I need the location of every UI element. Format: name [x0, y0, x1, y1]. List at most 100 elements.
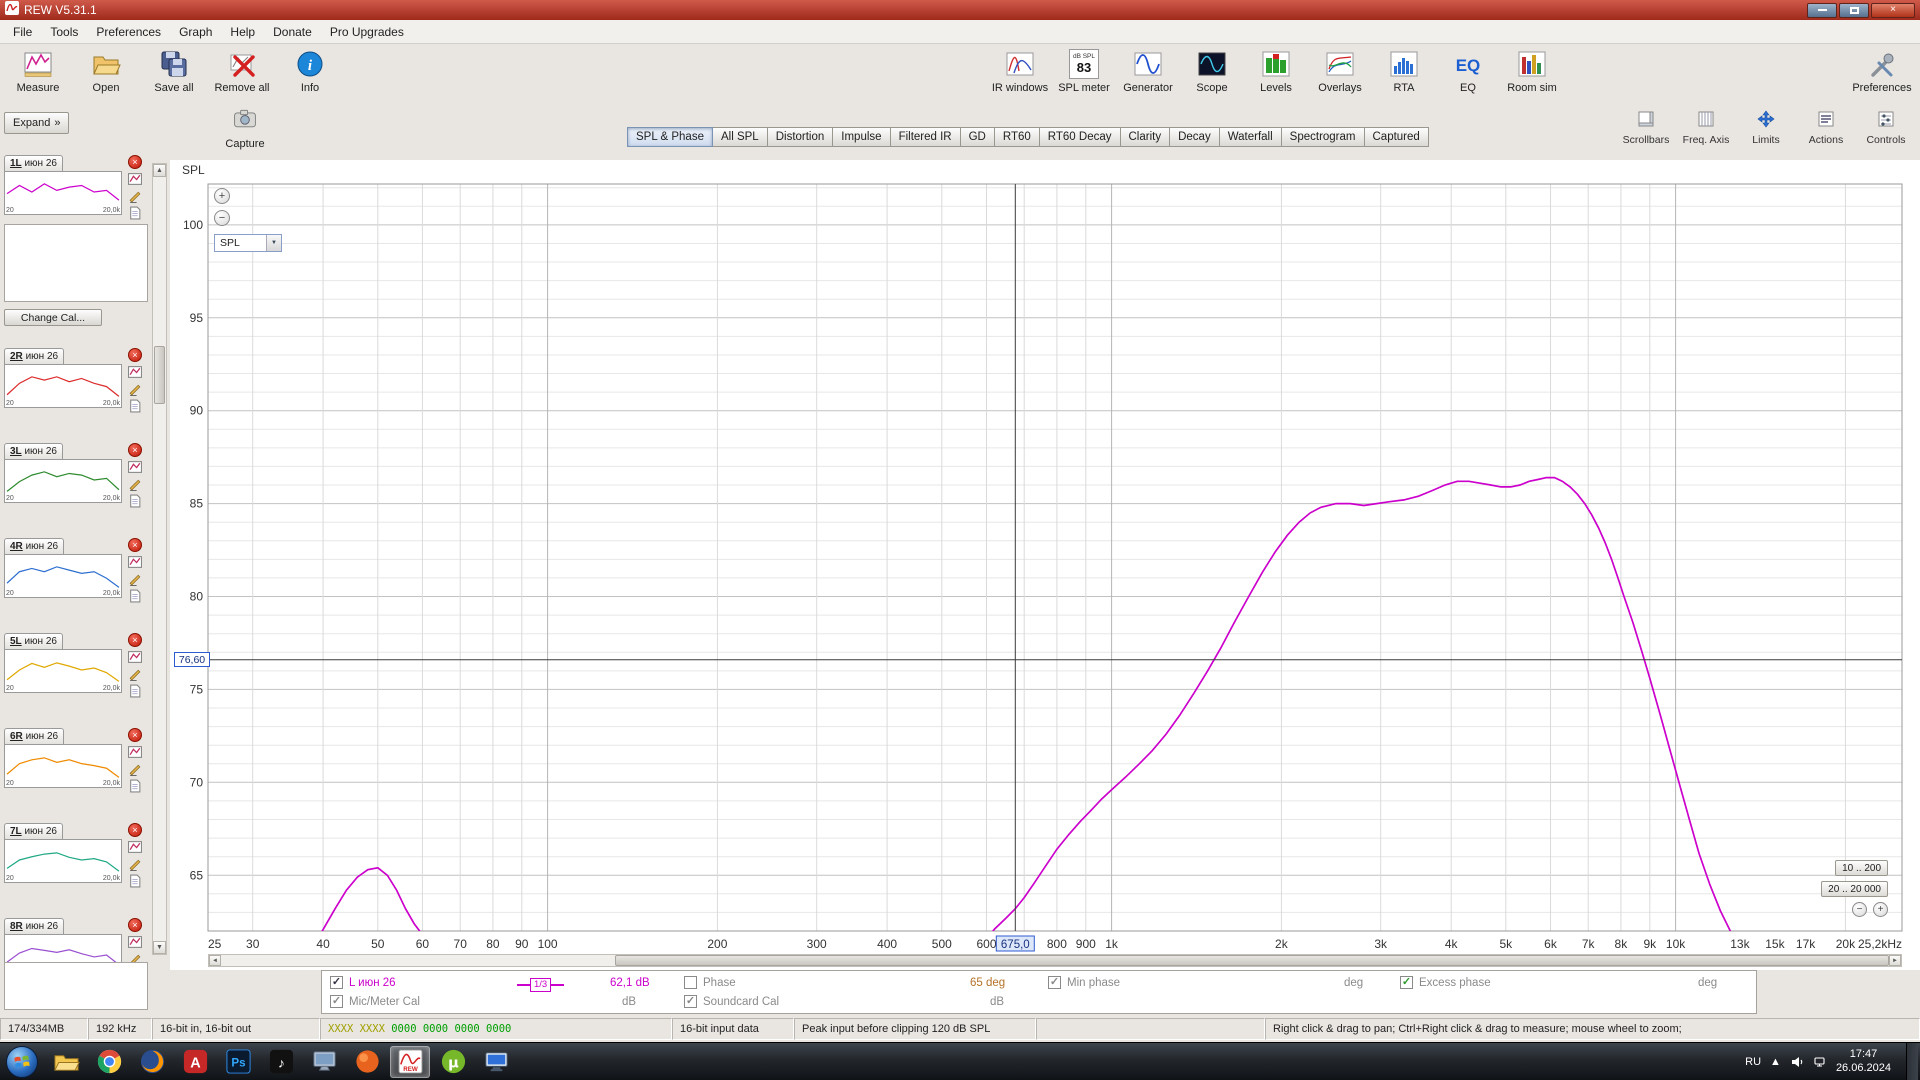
range-20-20000-button[interactable]: 20 .. 20 000: [1821, 881, 1888, 897]
scope-button[interactable]: Scope: [1182, 48, 1242, 94]
close-measurement-button[interactable]: ×: [128, 155, 142, 169]
menu-preferences[interactable]: Preferences: [87, 20, 170, 44]
change-cal-button[interactable]: Change Cal...: [4, 309, 102, 326]
distortion-icon[interactable]: [128, 935, 142, 949]
menu-help[interactable]: Help: [221, 20, 264, 44]
min-phase-checkbox[interactable]: ✓: [1048, 976, 1061, 989]
tab-gd[interactable]: GD: [961, 127, 995, 147]
notes-icon[interactable]: [128, 874, 142, 888]
remove-all-button[interactable]: Remove all: [212, 48, 272, 94]
measurement-thumbnail[interactable]: 2020,0k: [4, 839, 122, 883]
scroll-up-arrow[interactable]: ▲: [153, 164, 166, 177]
sidebar-scrollbar-thumb[interactable]: [154, 346, 165, 404]
maximize-button[interactable]: [1839, 3, 1869, 18]
capture-button[interactable]: Capture: [212, 106, 278, 150]
tab-spl-phase[interactable]: SPL & Phase: [627, 127, 713, 147]
measure-button[interactable]: Measure: [8, 48, 68, 94]
chrome-taskbar-icon[interactable]: [89, 1046, 129, 1078]
edit-trace-icon[interactable]: [128, 667, 142, 681]
menu-graph[interactable]: Graph: [170, 20, 221, 44]
menu-tools[interactable]: Tools: [41, 20, 87, 44]
tab-decay[interactable]: Decay: [1170, 127, 1220, 147]
notes-icon[interactable]: [128, 779, 142, 793]
rew-taskbar-icon[interactable]: REW: [390, 1046, 430, 1078]
tab-distortion[interactable]: Distortion: [768, 127, 834, 147]
language-indicator[interactable]: RU: [1745, 1056, 1761, 1068]
notes-icon[interactable]: [128, 589, 142, 603]
measurement-tab[interactable]: 2R июн 26: [4, 348, 64, 364]
mic-cal-checkbox[interactable]: ✓: [330, 995, 343, 1008]
scroll-down-arrow[interactable]: ▼: [153, 941, 166, 954]
edit-trace-icon[interactable]: [128, 477, 142, 491]
close-button[interactable]: ×: [1871, 3, 1915, 18]
close-measurement-button[interactable]: ×: [128, 348, 142, 362]
info-button[interactable]: iInfo: [280, 48, 340, 94]
close-measurement-button[interactable]: ×: [128, 918, 142, 932]
edit-trace-icon[interactable]: [128, 572, 142, 586]
photoshop-taskbar-icon[interactable]: Ps: [218, 1046, 258, 1078]
tab-spectrogram[interactable]: Spectrogram: [1282, 127, 1365, 147]
media-player-taskbar-icon[interactable]: ♪: [261, 1046, 301, 1078]
rta-button[interactable]: RTA: [1374, 48, 1434, 94]
tab-all-spl[interactable]: All SPL: [713, 127, 768, 147]
measurement-tab[interactable]: 3L июн 26: [4, 443, 63, 459]
menu-file[interactable]: File: [4, 20, 41, 44]
volume-icon[interactable]: [1790, 1055, 1804, 1069]
close-measurement-button[interactable]: ×: [128, 538, 142, 552]
hidden-icons-arrow[interactable]: ▲: [1770, 1056, 1781, 1068]
range-10-200-button[interactable]: 10 .. 200: [1835, 860, 1888, 876]
graph-scrollbar-thumb[interactable]: [615, 955, 1889, 966]
save-all-button[interactable]: Save all: [144, 48, 204, 94]
measurement-thumbnail[interactable]: 2020,0k: [4, 554, 122, 598]
controls-button[interactable]: Controls: [1858, 110, 1914, 146]
open-button[interactable]: Open: [76, 48, 136, 94]
freq-zoom-in-button[interactable]: +: [1873, 902, 1888, 917]
overlays-button[interactable]: Overlays: [1310, 48, 1370, 94]
measurement-thumbnail[interactable]: 2020,0k: [4, 171, 122, 215]
measurement-tab[interactable]: 4R июн 26: [4, 538, 64, 554]
tab-captured[interactable]: Captured: [1365, 127, 1429, 147]
close-measurement-button[interactable]: ×: [128, 823, 142, 837]
actions-button[interactable]: Actions: [1798, 110, 1854, 146]
notes-icon[interactable]: [128, 206, 142, 220]
close-measurement-button[interactable]: ×: [128, 443, 142, 457]
notes-icon[interactable]: [128, 684, 142, 698]
freq-zoom-out-button[interactable]: −: [1852, 902, 1867, 917]
clock[interactable]: 17:47 26.06.2024: [1836, 1048, 1891, 1076]
minimize-button[interactable]: [1807, 3, 1837, 18]
measurement-thumbnail[interactable]: 2020,0k: [4, 649, 122, 693]
tab-waterfall[interactable]: Waterfall: [1220, 127, 1282, 147]
tab-rt60-decay[interactable]: RT60 Decay: [1040, 127, 1121, 147]
preferences-button[interactable]: Preferences: [1852, 48, 1912, 94]
soundcard-cal-checkbox[interactable]: ✓: [684, 995, 697, 1008]
scroll-right-arrow[interactable]: ►: [1889, 955, 1901, 966]
limits-button[interactable]: Limits: [1738, 110, 1794, 146]
firefox-taskbar-icon[interactable]: [132, 1046, 172, 1078]
explorer-taskbar-icon[interactable]: [46, 1046, 86, 1078]
expand-sidebar-button[interactable]: Expand »: [4, 112, 69, 134]
measurement-thumbnail[interactable]: 2020,0k: [4, 364, 122, 408]
measurement-notes-panel[interactable]: [4, 224, 148, 302]
show-desktop-button[interactable]: [1906, 1043, 1918, 1080]
menu-donate[interactable]: Donate: [264, 20, 321, 44]
room-sim-button[interactable]: Room sim: [1502, 48, 1562, 94]
distortion-icon[interactable]: [128, 650, 142, 664]
notes-icon[interactable]: [128, 494, 142, 508]
excess-phase-checkbox[interactable]: ✓: [1400, 976, 1413, 989]
edit-trace-icon[interactable]: [128, 762, 142, 776]
edit-trace-icon[interactable]: [128, 382, 142, 396]
measurement-tab[interactable]: 6R июн 26: [4, 728, 64, 744]
phase-checkbox[interactable]: [684, 976, 697, 989]
edit-trace-icon[interactable]: [128, 857, 142, 871]
edit-trace-icon[interactable]: [128, 189, 142, 203]
scroll-left-arrow[interactable]: ◄: [209, 955, 221, 966]
utorrent-taskbar-icon[interactable]: µ: [433, 1046, 473, 1078]
tab-impulse[interactable]: Impulse: [833, 127, 890, 147]
close-measurement-button[interactable]: ×: [128, 633, 142, 647]
display-taskbar-icon[interactable]: [476, 1046, 516, 1078]
start-button[interactable]: [6, 1046, 38, 1078]
graph-zoom-in-button[interactable]: +: [214, 188, 230, 204]
measurement-tab[interactable]: 5L июн 26: [4, 633, 63, 649]
monitor-taskbar-icon[interactable]: [304, 1046, 344, 1078]
distortion-icon[interactable]: [128, 555, 142, 569]
